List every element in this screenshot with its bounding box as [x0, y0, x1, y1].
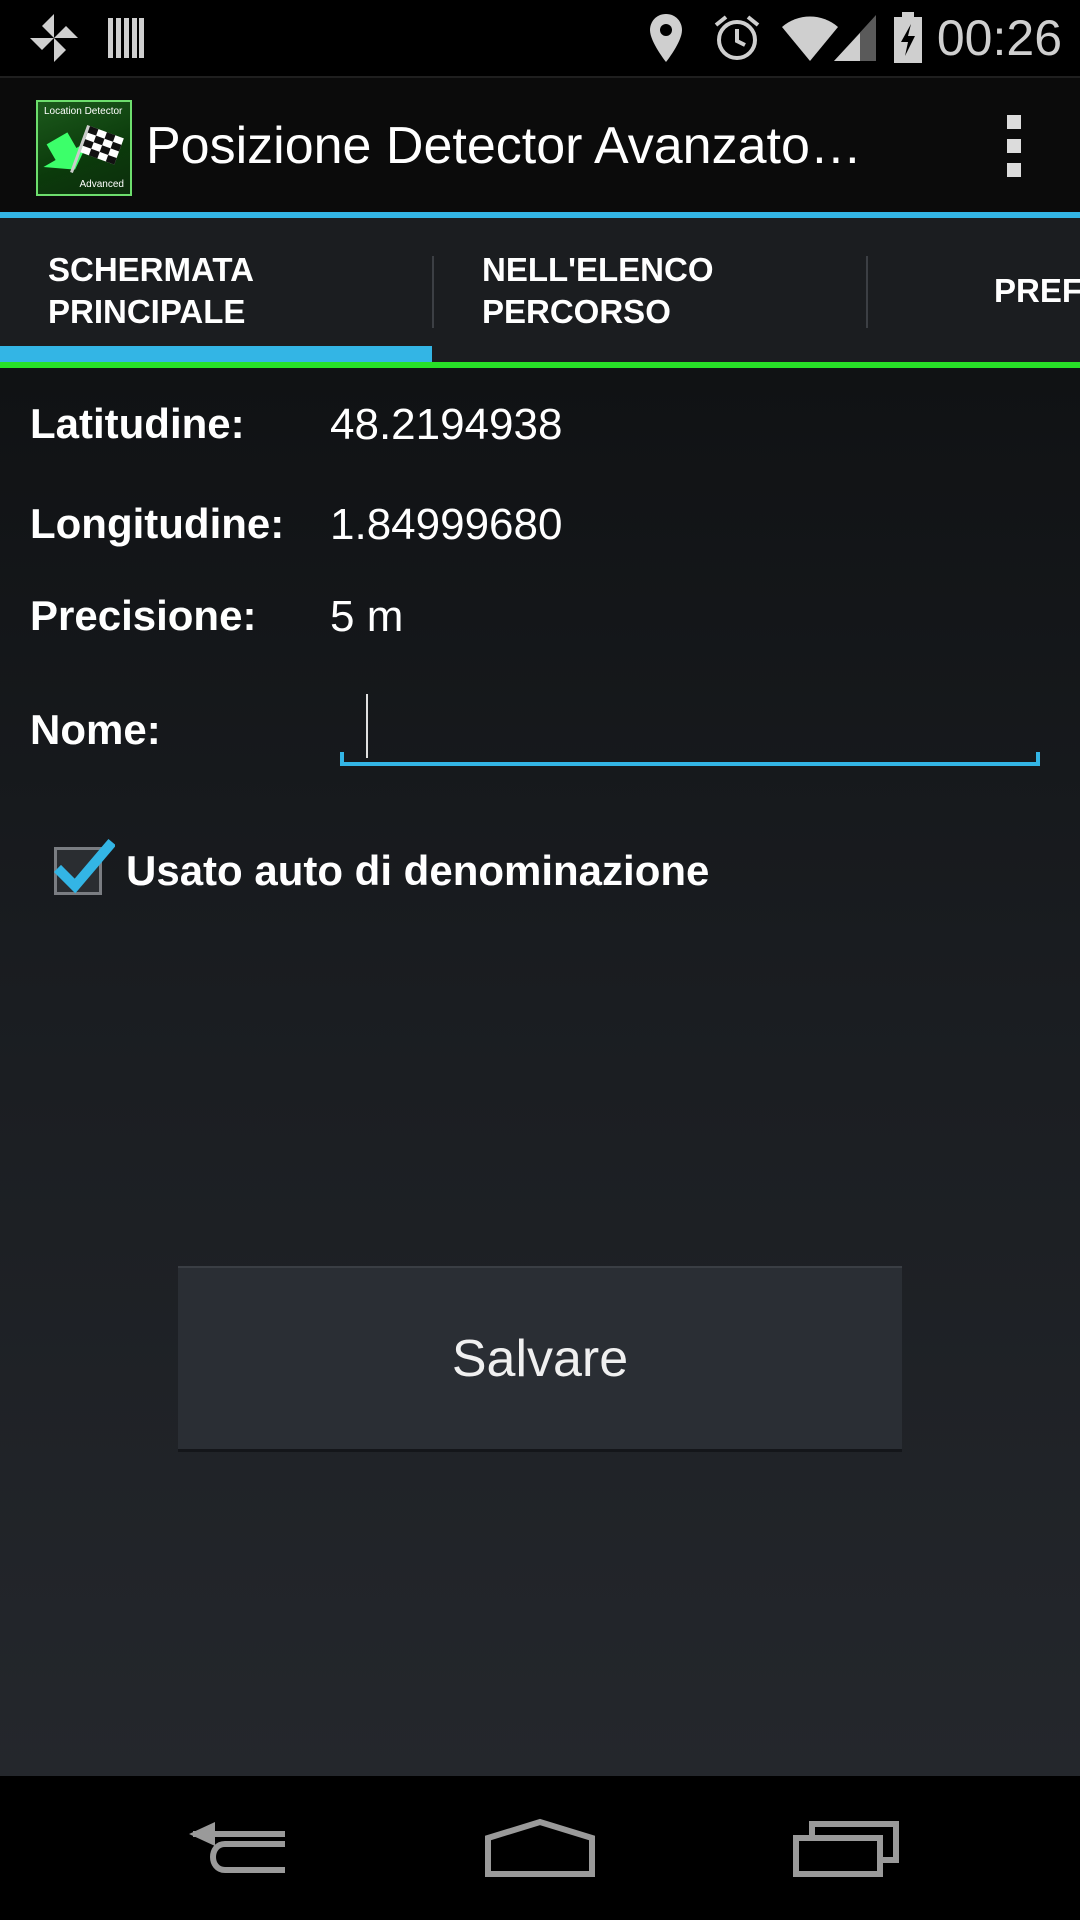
pinwheel-icon — [24, 10, 84, 66]
back-icon — [189, 1822, 285, 1873]
main-content: Latitudine: 48.2194938 Longitudine: 1.84… — [0, 368, 1080, 1776]
text-caret — [366, 694, 368, 758]
tab-label: PREF — [994, 272, 1080, 309]
overflow-dot — [1007, 163, 1021, 177]
overflow-dot — [1007, 139, 1021, 153]
location-pin-icon — [644, 10, 688, 66]
barcode-icon — [104, 10, 148, 66]
tab-separator — [432, 256, 434, 328]
tab-separator — [866, 256, 868, 328]
status-bar: 00:26 — [0, 0, 1080, 76]
selected-tab-indicator — [0, 346, 432, 362]
tab-label: SCHERMATA PRINCIPALE — [48, 251, 254, 330]
wifi-icon — [780, 10, 840, 66]
app-title: Posizione Detector Avanzato… — [146, 117, 862, 175]
auto-naming-checkbox[interactable] — [53, 838, 115, 895]
checkmark-icon — [53, 838, 115, 894]
name-label: Nome: — [30, 706, 161, 753]
home-icon — [485, 1818, 595, 1877]
app-logo[interactable]: Location Detector Advanced — [36, 100, 132, 196]
overflow-menu-icon — [1007, 115, 1021, 129]
app-logo-text-bottom: Advanced — [79, 179, 124, 190]
latitude-value: 48.2194938 — [330, 400, 563, 449]
recent-apps-icon — [793, 1821, 899, 1877]
tab-preferences[interactable]: PREF — [994, 218, 1080, 364]
status-time: 00:26 — [936, 10, 1062, 66]
tab-label: NELL'ELENCO PERCORSO — [482, 251, 714, 330]
recent-apps-button[interactable] — [786, 1806, 906, 1890]
latitude-label: Latitudine: — [30, 400, 245, 447]
action-bar: Location Detector Advanced Posizione Det… — [0, 76, 1080, 212]
name-input[interactable] — [340, 684, 1040, 766]
tab-bar: SCHERMATA PRINCIPALE NELL'ELENCO PERCORS… — [0, 218, 1080, 364]
home-button[interactable] — [480, 1806, 600, 1890]
auto-naming-label: Usato auto di denominazione — [126, 847, 710, 894]
tab-main-screen[interactable]: SCHERMATA PRINCIPALE — [48, 218, 428, 364]
auto-naming-checkbox-row[interactable]: Usato auto di denominazione — [53, 836, 710, 906]
precision-label: Precisione: — [30, 592, 257, 639]
tab-route-list[interactable]: NELL'ELENCO PERCORSO — [482, 218, 862, 364]
longitude-label: Longitudine: — [30, 500, 285, 547]
cell-signal-icon — [832, 10, 878, 66]
longitude-value: 1.84999680 — [330, 500, 563, 549]
battery-charging-icon — [892, 10, 924, 66]
alarm-icon — [712, 10, 762, 66]
input-underline — [340, 762, 1040, 766]
overflow-menu-button[interactable] — [984, 108, 1044, 184]
navigation-bar — [0, 1776, 1080, 1920]
back-button[interactable] — [180, 1806, 300, 1890]
precision-value: 5 m — [330, 592, 404, 641]
save-button[interactable]: Salvare — [178, 1266, 902, 1452]
